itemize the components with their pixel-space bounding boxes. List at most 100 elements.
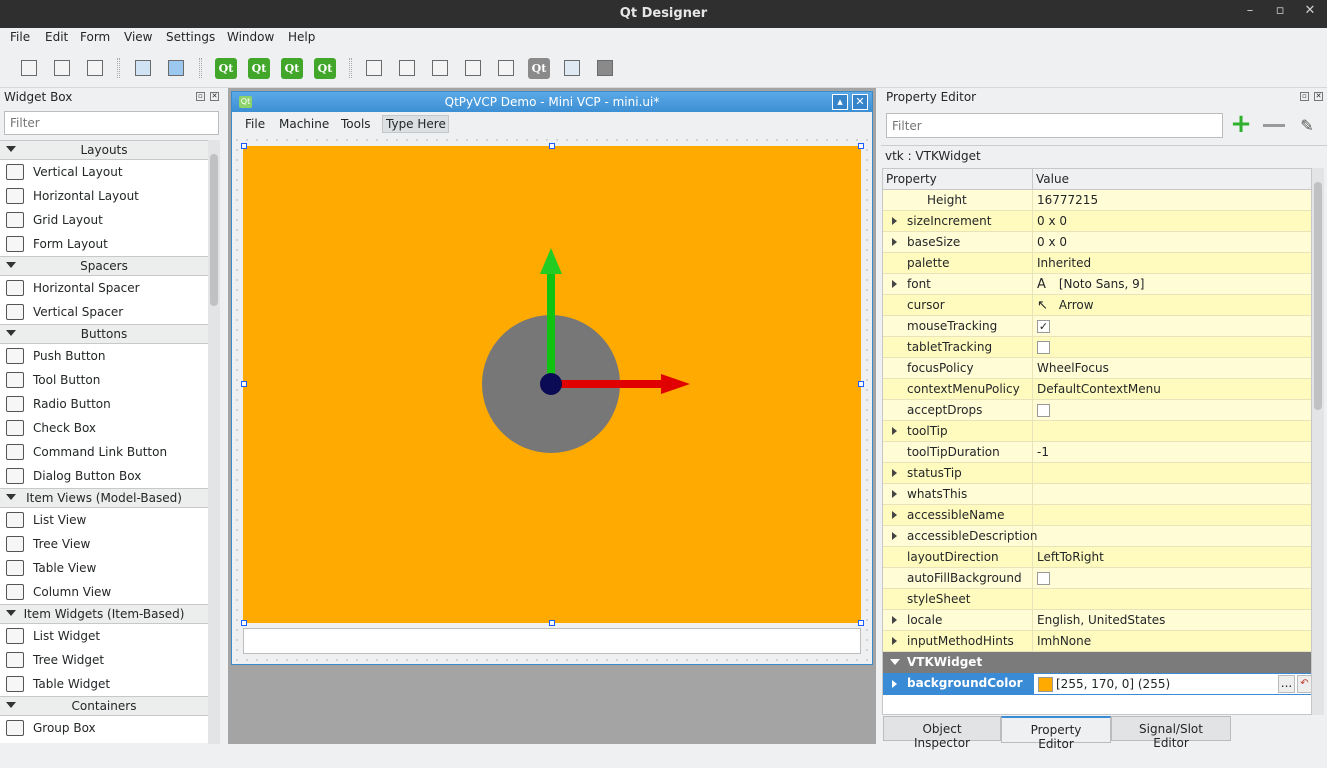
bring-to-front-button[interactable] <box>164 57 188 79</box>
new-form-button[interactable] <box>17 57 41 79</box>
widget-command-link-button[interactable]: Command Link Button <box>0 440 208 464</box>
widget-grid-layout[interactable]: Grid Layout <box>0 208 208 232</box>
form-menu-tools[interactable]: Tools <box>341 117 371 131</box>
property-value[interactable]: WheelFocus <box>1033 358 1311 378</box>
layout-horizontal-button[interactable] <box>362 57 386 79</box>
resize-handle[interactable] <box>241 620 247 626</box>
property-value[interactable]: 16777215 <box>1033 190 1311 210</box>
category-item-views-model-based[interactable]: Item Views (Model-Based) <box>0 488 208 508</box>
widget-form-layout[interactable]: Form Layout <box>0 232 208 256</box>
tab-property-editor[interactable]: Property Editor <box>1001 716 1111 751</box>
property-value[interactable] <box>1033 568 1311 588</box>
property-filter-input[interactable] <box>886 113 1223 138</box>
widget-list-view[interactable]: List View <box>0 508 208 532</box>
property-row-statustip[interactable]: statusTip <box>883 463 1311 484</box>
float-icon[interactable]: ▫ <box>196 92 205 101</box>
property-row-cursor[interactable]: cursor ↖ Arrow <box>883 295 1311 316</box>
property-row-autofillbackground[interactable]: autoFillBackground <box>883 568 1311 589</box>
checkbox[interactable] <box>1037 404 1050 417</box>
send-to-back-button[interactable] <box>131 57 155 79</box>
adjust-size-button[interactable] <box>593 57 617 79</box>
property-value[interactable]: English, UnitedStates <box>1033 610 1311 630</box>
widget-radio-button[interactable]: Radio Button <box>0 392 208 416</box>
property-row-tooltip[interactable]: toolTip <box>883 421 1311 442</box>
property-value[interactable]: A [Noto Sans, 9] <box>1033 274 1311 294</box>
property-row-acceptdrops[interactable]: acceptDrops <box>883 400 1311 421</box>
tab-signal-slot-editor[interactable]: Signal/Slot Editor <box>1111 716 1231 750</box>
property-row-basesize[interactable]: baseSize 0 x 0 <box>883 232 1311 253</box>
category-containers[interactable]: Containers <box>0 696 208 716</box>
category-buttons[interactable]: Buttons <box>0 324 208 344</box>
property-value-color[interactable]: [255, 170, 0] (255) ... ↶ <box>1033 673 1311 695</box>
checkbox[interactable]: ✓ <box>1037 320 1050 333</box>
form-minimize-icon[interactable]: ▴ <box>832 94 848 110</box>
widget-tool-button[interactable]: Tool Button <box>0 368 208 392</box>
menu-settings[interactable]: Settings <box>166 30 215 44</box>
form-menu-machine[interactable]: Machine <box>279 117 329 131</box>
widget-table-view[interactable]: Table View <box>0 556 208 580</box>
widget-vertical-spacer[interactable]: Vertical Spacer <box>0 300 208 324</box>
property-value[interactable] <box>1033 337 1311 357</box>
widget-vertical-layout[interactable]: Vertical Layout <box>0 160 208 184</box>
column-header-property[interactable]: Property <box>886 172 937 186</box>
menu-file[interactable]: File <box>10 30 30 44</box>
resize-handle[interactable] <box>549 143 555 149</box>
menu-form[interactable]: Form <box>80 30 110 44</box>
restore-icon[interactable]: ▫ <box>1270 3 1290 18</box>
category-layouts[interactable]: Layouts <box>0 140 208 160</box>
close-icon[interactable]: ✕ <box>1300 3 1320 18</box>
property-value[interactable] <box>1033 526 1311 546</box>
tab-object-inspector[interactable]: Object Inspector <box>883 716 1001 750</box>
vtk-widget[interactable] <box>243 146 861 623</box>
form-close-icon[interactable]: ✕ <box>852 94 868 110</box>
menu-window[interactable]: Window <box>227 30 274 44</box>
property-value[interactable] <box>1033 421 1311 441</box>
widget-table-widget[interactable]: Table Widget <box>0 672 208 696</box>
scrollbar-thumb[interactable] <box>210 154 218 306</box>
add-property-plus-icon[interactable]: + <box>1229 111 1253 137</box>
property-value[interactable] <box>1033 463 1311 483</box>
widget-list-widget[interactable]: List Widget <box>0 624 208 648</box>
property-value[interactable] <box>1033 484 1311 504</box>
property-row-stylesheet[interactable]: styleSheet <box>883 589 1311 610</box>
checkbox[interactable] <box>1037 572 1050 585</box>
layout-form-button[interactable]: Qt <box>527 57 551 79</box>
widget-push-button[interactable]: Push Button <box>0 344 208 368</box>
layout-v-splitter-button[interactable] <box>461 57 485 79</box>
property-row-height[interactable]: Height 16777215 <box>883 190 1311 211</box>
property-value[interactable]: DefaultContextMenu <box>1033 379 1311 399</box>
property-value[interactable]: 0 x 0 <box>1033 211 1311 231</box>
property-value[interactable] <box>1033 505 1311 525</box>
property-value[interactable]: 0 x 0 <box>1033 232 1311 252</box>
break-layout-button[interactable] <box>560 57 584 79</box>
close-icon[interactable]: ✕ <box>1314 92 1323 101</box>
widget-box-scrollbar[interactable] <box>208 140 220 744</box>
property-value[interactable]: Inherited <box>1033 253 1311 273</box>
resize-handle[interactable] <box>858 381 864 387</box>
widget-box-filter-input[interactable] <box>4 111 219 135</box>
close-icon[interactable]: ✕ <box>210 92 219 101</box>
property-value[interactable]: ImhNone <box>1033 631 1311 651</box>
edit-buddies-button[interactable]: Qt <box>280 57 304 79</box>
edit-signals-button[interactable]: Qt <box>247 57 271 79</box>
edit-widgets-button[interactable]: Qt <box>214 57 238 79</box>
resize-handle[interactable] <box>549 620 555 626</box>
configure-wrench-icon[interactable]: ✎ <box>1295 116 1319 140</box>
property-value[interactable] <box>1033 400 1311 420</box>
type-here-menu[interactable]: Type Here <box>382 115 449 133</box>
save-form-button[interactable] <box>83 57 107 79</box>
property-value[interactable]: -1 <box>1033 442 1311 462</box>
property-row-contextmenupolicy[interactable]: contextMenuPolicy DefaultContextMenu <box>883 379 1311 400</box>
property-scrollbar[interactable] <box>1312 168 1324 715</box>
reset-property-icon[interactable]: ↶ <box>1297 675 1311 693</box>
resize-handle[interactable] <box>241 381 247 387</box>
property-row-tooltipduration[interactable]: toolTipDuration -1 <box>883 442 1311 463</box>
form-menu-file[interactable]: File <box>245 117 265 131</box>
category-item-widgets-item-based[interactable]: Item Widgets (Item-Based) <box>0 604 208 624</box>
property-row-mousetracking[interactable]: mouseTracking ✓ <box>883 316 1311 337</box>
property-row-layoutdirection[interactable]: layoutDirection LeftToRight <box>883 547 1311 568</box>
property-value[interactable]: LeftToRight <box>1033 547 1311 567</box>
property-row-locale[interactable]: locale English, UnitedStates <box>883 610 1311 631</box>
property-row-whatsthis[interactable]: whatsThis <box>883 484 1311 505</box>
checkbox[interactable] <box>1037 341 1050 354</box>
